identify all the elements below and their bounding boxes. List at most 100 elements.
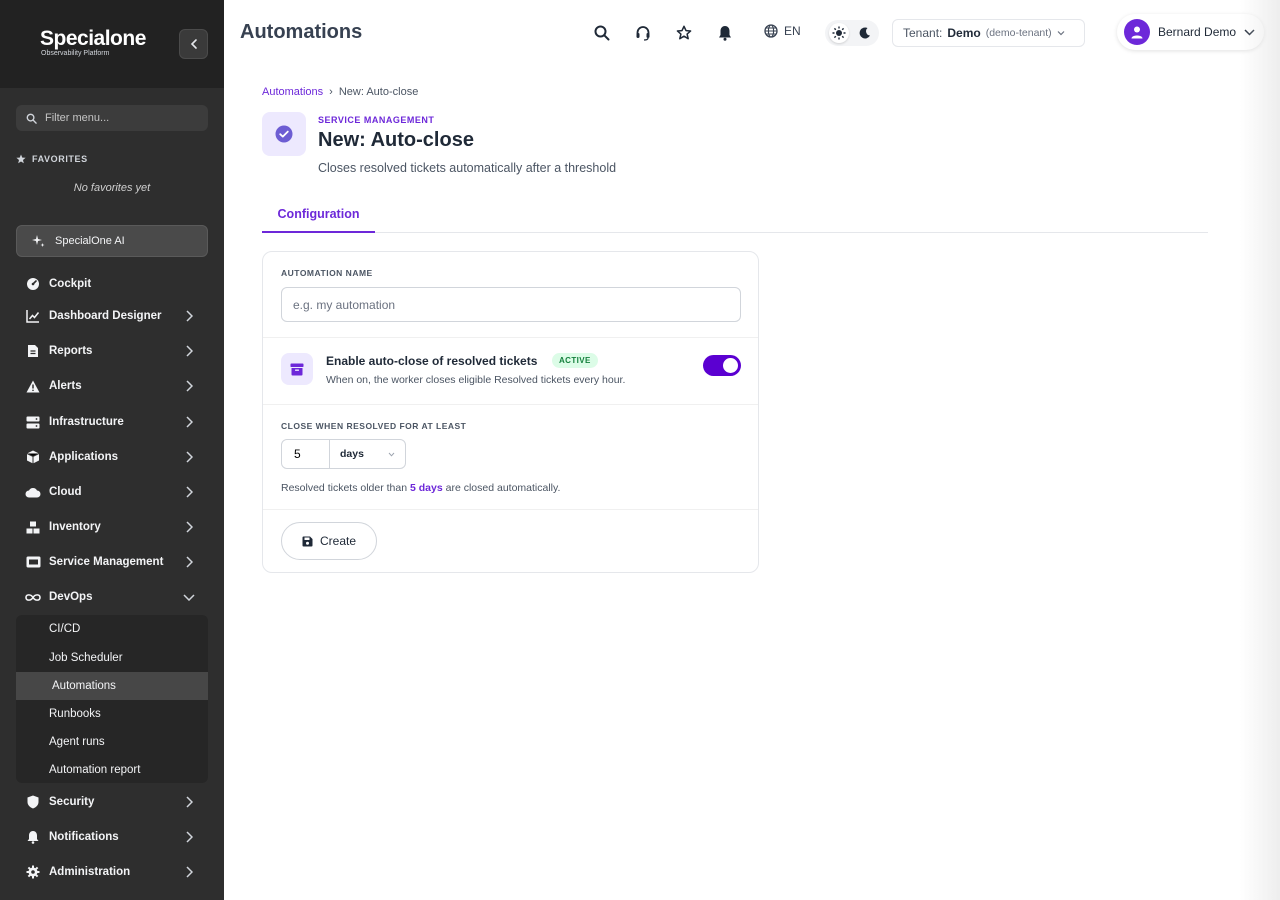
globe-icon <box>764 24 778 38</box>
sidebar-item-cloud[interactable]: Cloud <box>16 477 208 507</box>
check-circle-icon <box>275 125 293 143</box>
chevron-right-icon <box>182 485 196 499</box>
sidebar-subitem-job-scheduler[interactable]: Job Scheduler <box>16 644 208 672</box>
chevron-down-icon <box>182 590 196 604</box>
sidebar-item-label: Cloud <box>49 486 82 498</box>
language-label: EN <box>784 24 801 38</box>
sidebar-item-infrastructure[interactable]: Infrastructure <box>16 407 208 437</box>
hint-value: 5 days <box>410 482 443 494</box>
sidebar-subitem-cicd[interactable]: CI/CD <box>16 615 208 643</box>
sidebar-subitem-runbooks[interactable]: Runbooks <box>16 700 208 728</box>
automation-name-label: AUTOMATION NAME <box>281 268 373 278</box>
chart-line-icon <box>25 308 41 324</box>
create-button[interactable]: Create <box>281 522 377 560</box>
sidebar-subitem-automations[interactable]: Automations <box>16 672 208 700</box>
collapse-sidebar-button[interactable] <box>179 29 208 59</box>
header-title: Automations <box>240 21 363 43</box>
sidebar-item-cockpit[interactable]: Cockpit <box>16 269 208 299</box>
sidebar-subitem-agent-runs[interactable]: Agent runs <box>16 728 208 756</box>
breadcrumb-separator: › <box>329 86 333 98</box>
sidebar-item-inventory[interactable]: Inventory <box>16 512 208 542</box>
chevron-right-icon <box>182 830 196 844</box>
page-eyebrow: SERVICE MANAGEMENT <box>318 115 435 125</box>
threshold-input-group: days <box>281 439 406 469</box>
page-icon <box>262 112 306 156</box>
threshold-label: CLOSE WHEN RESOLVED FOR AT LEAST <box>281 421 467 431</box>
ticket-icon <box>25 554 41 570</box>
save-icon <box>302 536 313 546</box>
user-icon <box>1131 26 1143 39</box>
sidebar-item-applications[interactable]: Applications <box>16 442 208 472</box>
specialone-ai-button[interactable]: SpecialOne AI <box>16 225 208 257</box>
create-label: Create <box>319 534 357 548</box>
infinity-icon <box>25 589 41 605</box>
divider <box>263 509 758 510</box>
search-icon[interactable] <box>591 22 613 44</box>
sidebar-item-administration[interactable]: Administration <box>16 857 208 887</box>
tenant-label: Tenant: <box>903 26 943 40</box>
filter-menu-input[interactable] <box>45 112 195 124</box>
sidebar-header: Specialone Observability Platform <box>0 0 224 88</box>
threshold-hint: Resolved tickets older than 5 days are c… <box>281 482 560 494</box>
bell-icon[interactable] <box>714 22 736 44</box>
sidebar-item-label: Reports <box>49 345 93 357</box>
sidebar-subitem-automation-report[interactable]: Automation report <box>16 756 208 784</box>
sidebar-item-security[interactable]: Security <box>16 787 208 817</box>
headset-icon[interactable] <box>632 22 654 44</box>
threshold-unit-select[interactable]: days <box>330 440 405 468</box>
status-badge: ACTIVE <box>552 353 598 368</box>
filter-menu <box>16 105 208 131</box>
chevron-right-icon <box>182 379 196 393</box>
sidebar-item-label: Inventory <box>49 521 101 533</box>
automation-name-input[interactable] <box>281 287 741 322</box>
sidebar-item-label: Service Management <box>49 556 164 568</box>
breadcrumb: Automations › New: Auto-close <box>262 86 418 98</box>
automation-form-card: AUTOMATION NAME Enable auto-close of res… <box>262 251 759 573</box>
toggle-knob <box>723 358 738 373</box>
sidebar-item-dashboard-designer[interactable]: Dashboard Designer <box>16 301 208 331</box>
chevron-right-icon <box>182 555 196 569</box>
box-icon <box>25 449 41 465</box>
threshold-value-input[interactable] <box>282 440 330 468</box>
server-icon <box>25 414 41 430</box>
breadcrumb-parent-link[interactable]: Automations <box>262 86 323 98</box>
tenant-selector[interactable]: Tenant: Demo (demo-tenant) <box>892 19 1085 47</box>
sidebar-item-label: Applications <box>49 451 119 463</box>
chevron-down-icon <box>1057 31 1065 36</box>
chevron-right-icon <box>182 520 196 534</box>
sidebar-item-alerts[interactable]: Alerts <box>16 371 208 401</box>
star-icon <box>16 154 26 164</box>
favorites-title: FAVORITES <box>32 154 88 164</box>
chevron-right-icon <box>182 865 196 879</box>
hint-prefix: Resolved tickets older than <box>281 482 408 494</box>
logo[interactable]: Specialone Observability Platform <box>40 28 146 58</box>
chevron-right-icon <box>182 415 196 429</box>
favorites-heading: FAVORITES <box>16 154 88 164</box>
sidebar-item-devops[interactable]: DevOps <box>16 582 208 612</box>
sidebar-item-service-management[interactable]: Service Management <box>16 547 208 577</box>
tenant-id: (demo-tenant) <box>985 27 1052 39</box>
sidebar-item-label: DevOps <box>49 591 93 603</box>
tenant-name: Demo <box>947 26 981 40</box>
tab-configuration[interactable]: Configuration <box>262 197 375 233</box>
bell-icon <box>25 829 41 845</box>
file-icon <box>25 343 41 359</box>
star-icon[interactable] <box>673 22 695 44</box>
theme-toggle[interactable] <box>825 20 879 46</box>
threshold-unit-value: days <box>340 448 364 460</box>
language-selector[interactable]: EN <box>764 24 801 38</box>
breadcrumb-current: New: Auto-close <box>338 86 419 98</box>
logo-subtitle: Observability Platform <box>41 50 110 57</box>
user-name: Bernard Demo <box>1158 25 1237 39</box>
sidebar-item-notifications[interactable]: Notifications <box>16 822 208 852</box>
ai-label: SpecialOne AI <box>55 235 125 247</box>
sun-icon[interactable] <box>829 23 849 43</box>
chevron-right-icon <box>182 795 196 809</box>
auto-close-toggle[interactable] <box>703 355 741 376</box>
sidebar-item-reports[interactable]: Reports <box>16 336 208 366</box>
chevron-right-icon <box>182 344 196 358</box>
page-title: New: Auto-close <box>318 129 474 151</box>
sidebar: Specialone Observability Platform FAVORI… <box>0 0 224 900</box>
moon-icon[interactable] <box>855 23 875 43</box>
gauge-icon <box>25 276 41 292</box>
